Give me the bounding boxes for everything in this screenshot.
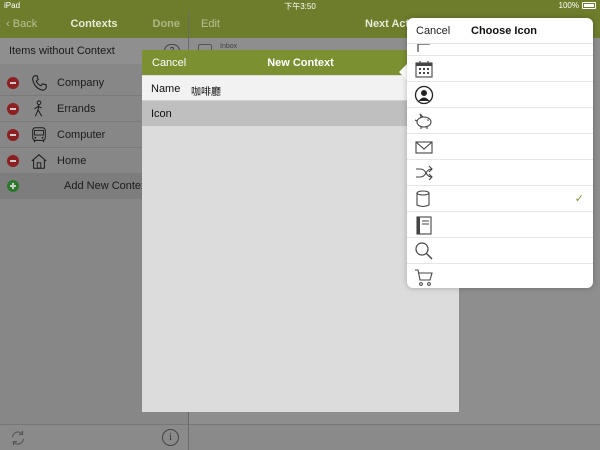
edit-button[interactable]: Edit: [201, 18, 220, 30]
icon-option-flag[interactable]: [407, 44, 593, 56]
walking-person-icon: [34, 100, 43, 117]
envelope-icon: [415, 141, 433, 154]
icon-option-magnifier[interactable]: [407, 238, 593, 264]
icon-label: Icon: [151, 108, 172, 120]
items-without-context-label: Items without Context: [9, 45, 115, 57]
icon-option-coffee-cup[interactable]: ✓: [407, 186, 593, 212]
add-icon[interactable]: [7, 180, 19, 192]
magnifier-icon: [415, 242, 433, 260]
battery-icon: [582, 2, 596, 9]
add-new-context-label: Add New Contex: [64, 180, 147, 192]
contexts-toolbar: i: [0, 424, 188, 450]
popover-header: Cancel Choose Icon: [407, 18, 593, 44]
delete-icon[interactable]: [7, 155, 19, 167]
context-label: Computer: [57, 129, 106, 141]
selected-checkmark: ✓: [574, 193, 584, 205]
house-icon: [31, 154, 47, 169]
clock: 下午3:50: [284, 2, 316, 11]
delete-icon[interactable]: [7, 129, 19, 141]
inbox-label: Inbox: [220, 43, 238, 50]
bus-icon: [32, 127, 46, 143]
name-label: Name: [151, 83, 181, 95]
battery-indicator: 100%: [559, 1, 596, 10]
info-icon[interactable]: i: [162, 429, 179, 446]
icon-option-cart[interactable]: [407, 264, 593, 288]
context-label: Errands: [57, 103, 96, 115]
calendar-icon: [415, 61, 433, 78]
icon-option-piggy-bank[interactable]: [407, 108, 593, 134]
name-input[interactable]: 咖啡廳: [191, 83, 221, 98]
battery-percent: 100%: [558, 1, 579, 10]
status-bar: iPad 下午3:50 100%: [0, 0, 600, 12]
done-button[interactable]: Done: [153, 18, 181, 30]
book-icon: [416, 216, 432, 235]
icon-option-person[interactable]: [407, 82, 593, 108]
choose-icon-popover: Cancel Choose Icon ✓: [407, 18, 593, 288]
next-actions-title: Next Acti: [365, 18, 413, 30]
context-label: Home: [57, 155, 87, 167]
icon-option-envelope[interactable]: [407, 134, 593, 160]
contexts-nav-bar: ‹ Back Contexts Done: [0, 12, 188, 38]
shuffle-icon: [416, 165, 433, 181]
context-label: Company: [57, 77, 105, 89]
icon-option-calendar[interactable]: [407, 56, 593, 82]
popover-title: Choose Icon: [471, 25, 538, 37]
delete-icon[interactable]: [7, 77, 19, 89]
delete-icon[interactable]: [7, 103, 19, 115]
piggy-bank-icon: [414, 113, 432, 129]
phone-icon: [32, 75, 47, 91]
person-icon: [414, 85, 434, 105]
popover-cancel-button[interactable]: Cancel: [416, 25, 450, 37]
popover-arrow: [399, 64, 407, 80]
icon-option-book[interactable]: [407, 212, 593, 238]
sync-icon[interactable]: [9, 429, 27, 447]
flag-icon: [417, 44, 430, 52]
cart-icon: [415, 269, 433, 286]
next-actions-toolbar: [189, 424, 600, 450]
icon-list: ✓: [407, 44, 593, 288]
coffee-cup-icon: [416, 190, 430, 208]
icon-option-shuffle[interactable]: [407, 160, 593, 186]
